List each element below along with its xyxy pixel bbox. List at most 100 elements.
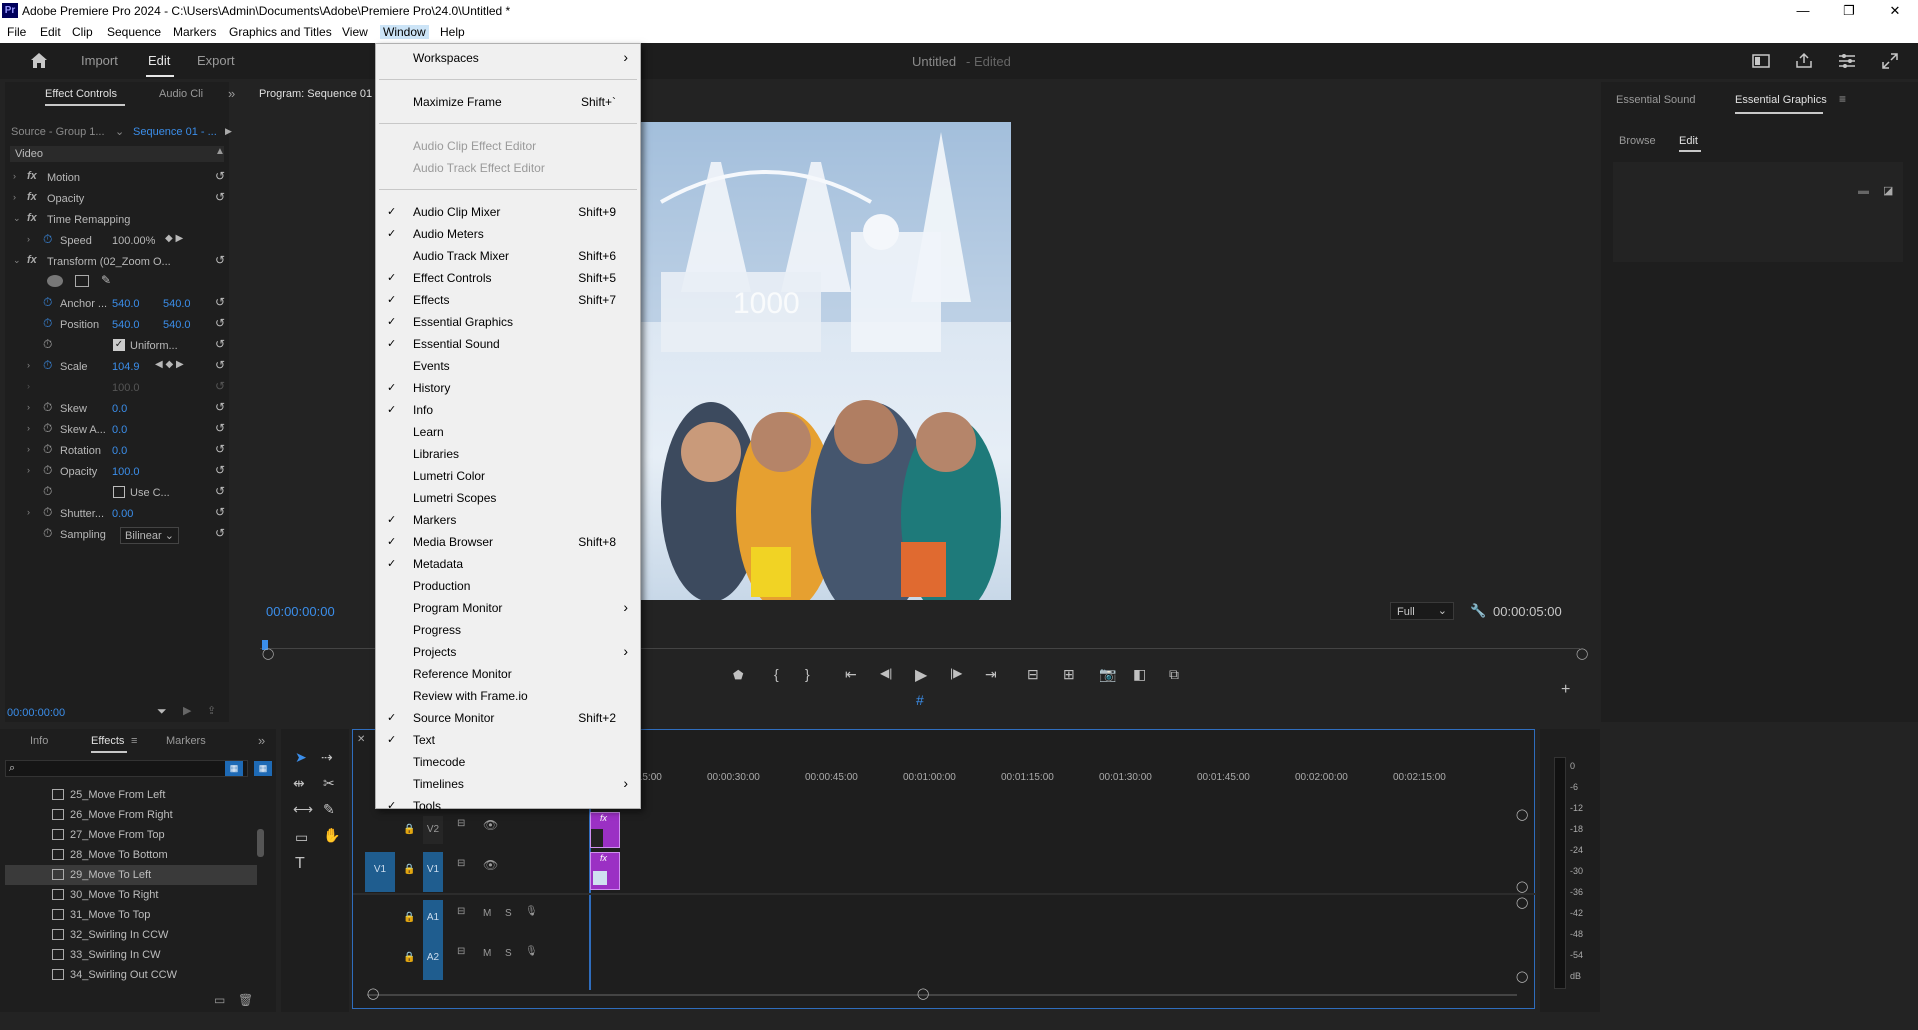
compare-icon[interactable]: ◧: [1133, 666, 1146, 683]
menu-window[interactable]: Window: [380, 25, 429, 39]
out-point-handle[interactable]: ◯: [1576, 647, 1588, 660]
sync-lock-icon[interactable]: ⊟: [457, 906, 465, 917]
stopwatch-icon[interactable]: ⏱: [43, 232, 52, 247]
tab-edit-graphics[interactable]: Edit: [1679, 135, 1698, 147]
go-to-out-icon[interactable]: ⇥: [985, 666, 997, 683]
menu-view[interactable]: View: [342, 25, 368, 39]
safe-margins-icon[interactable]: #: [916, 692, 924, 708]
panel-overflow-icon[interactable]: »: [228, 86, 235, 101]
mute-button[interactable]: M: [483, 908, 491, 919]
menu-item-lumetri-color[interactable]: Lumetri Color: [376, 465, 640, 487]
list-item[interactable]: 32_Swirling In CCW: [0, 925, 260, 945]
step-back-icon[interactable]: ◀|: [880, 666, 892, 680]
program-timecode-current[interactable]: 00:00:00:00: [266, 604, 335, 619]
list-item[interactable]: 30_Move To Right: [0, 885, 260, 905]
menu-item-effects[interactable]: ✓ Effects Shift+7: [376, 289, 640, 311]
menu-item-projects[interactable]: Projects ›: [376, 641, 640, 663]
panel-menu-icon[interactable]: ≡: [1839, 92, 1846, 106]
menu-item-progress[interactable]: Progress: [376, 619, 640, 641]
stopwatch-icon[interactable]: ⏱: [43, 358, 52, 373]
accelerated-filter-icon[interactable]: ▦: [225, 761, 243, 776]
program-video-frame[interactable]: 1000: [641, 122, 1011, 600]
list-item[interactable]: 25_Move From Left: [0, 785, 260, 805]
shutter-row[interactable]: › ⏱ Shutter... 0.00 ↺: [5, 503, 231, 523]
in-point-handle[interactable]: ◯: [262, 647, 274, 660]
stopwatch-icon[interactable]: ⏱: [43, 400, 52, 415]
stopwatch-icon[interactable]: ⏱: [43, 442, 52, 457]
panel-overflow-icon[interactable]: »: [258, 733, 265, 748]
rectangle-tool-icon[interactable]: ▭: [295, 829, 308, 846]
mute-button[interactable]: M: [483, 948, 491, 959]
fx-motion-row[interactable]: › fx Motion ↺: [5, 167, 231, 187]
add-marker-icon[interactable]: ⬟: [733, 668, 743, 682]
menu-item-maximize-frame[interactable]: Maximize Frame Shift+`: [376, 91, 640, 113]
list-item[interactable]: 27_Move From Top: [0, 825, 260, 845]
eye-icon[interactable]: 👁: [483, 858, 498, 872]
tab-export[interactable]: Export: [197, 53, 235, 68]
reset-icon[interactable]: ↺: [215, 253, 225, 267]
rectangle-mask-icon[interactable]: [75, 275, 89, 287]
reset-icon[interactable]: ↺: [215, 316, 225, 330]
selection-tool-icon[interactable]: ➤: [295, 749, 307, 766]
export-icon[interactable]: ⇪: [207, 704, 216, 717]
list-item[interactable]: 28_Move To Bottom: [0, 845, 260, 865]
uniform-scale-checkbox[interactable]: ✓: [113, 339, 125, 351]
lock-icon[interactable]: 🔒: [403, 952, 415, 963]
wrench-icon[interactable]: 🔧: [1470, 603, 1486, 619]
menu-item-production[interactable]: Production: [376, 575, 640, 597]
menu-item-audio-meters[interactable]: ✓ Audio Meters: [376, 223, 640, 245]
menu-item-reference-monitor[interactable]: Reference Monitor: [376, 663, 640, 685]
list-item[interactable]: 26_Move From Right: [0, 805, 260, 825]
close-tab-icon[interactable]: ✕: [357, 734, 365, 745]
camera-icon[interactable]: 📷: [1099, 666, 1116, 683]
add-button-icon[interactable]: +: [1561, 681, 1570, 699]
maximize-button[interactable]: ❐: [1826, 0, 1872, 22]
microphone-icon[interactable]: 🎙: [525, 946, 538, 957]
menu-item-metadata[interactable]: ✓ Metadata: [376, 553, 640, 575]
play-icon[interactable]: ▶: [915, 665, 927, 685]
solo-button[interactable]: S: [505, 948, 512, 959]
quality-dropdown[interactable]: Full ⌄: [1390, 602, 1454, 620]
close-button[interactable]: ✕: [1872, 0, 1918, 22]
menu-item-events[interactable]: Events: [376, 355, 640, 377]
reset-icon[interactable]: ↺: [215, 358, 225, 372]
hand-tool-icon[interactable]: ✋: [323, 827, 340, 844]
menu-item-lumetri-scopes[interactable]: Lumetri Scopes: [376, 487, 640, 509]
menu-item-libraries[interactable]: Libraries: [376, 443, 640, 465]
fx-transform-row[interactable]: ⌄ fx Transform (02_Zoom O... ↺: [5, 251, 231, 271]
scale-row[interactable]: › ⏱ Scale 104.9 ◀ ◆ ▶ ↺: [5, 356, 231, 376]
go-to-in-icon[interactable]: ⇤: [845, 666, 857, 683]
menu-item-tools[interactable]: ✓ Tools: [376, 795, 640, 817]
anchor-row[interactable]: ⏱ Anchor ... 540.0 540.0 ↺: [5, 293, 231, 313]
tab-import[interactable]: Import: [81, 53, 118, 68]
menu-file[interactable]: File: [7, 25, 26, 39]
list-item[interactable]: 33_Swirling In CW: [0, 945, 260, 965]
reset-icon[interactable]: ↺: [215, 526, 225, 540]
reset-icon[interactable]: ↺: [215, 169, 225, 183]
transform-opacity-row[interactable]: › ⏱ Opacity 100.0 ↺: [5, 461, 231, 481]
new-folder-icon[interactable]: ▬: [1858, 185, 1869, 197]
workspace-layout-icon[interactable]: [1752, 54, 1770, 68]
mark-in-icon[interactable]: {: [774, 666, 779, 682]
program-monitor-tab[interactable]: Program: Sequence 01: [259, 88, 372, 100]
sync-lock-icon[interactable]: ⊟: [457, 818, 465, 829]
scroll-handle[interactable]: ◯: [1516, 896, 1528, 909]
reset-icon[interactable]: ↺: [215, 400, 225, 414]
use-composition-checkbox[interactable]: [113, 486, 125, 498]
ec-timecode[interactable]: 00:00:00:00: [7, 707, 65, 719]
new-layer-icon[interactable]: ◪: [1883, 184, 1893, 197]
menu-item-review-with-frame-io[interactable]: Review with Frame.io: [376, 685, 640, 707]
menu-item-audio-track-mixer[interactable]: Audio Track Mixer Shift+6: [376, 245, 640, 267]
menu-item-audio-clip-mixer[interactable]: ✓ Audio Clip Mixer Shift+9: [376, 201, 640, 223]
sampling-dropdown[interactable]: Bilinear ⌄: [120, 527, 179, 544]
lock-icon[interactable]: 🔒: [403, 864, 415, 875]
sampling-row[interactable]: ⏱ Sampling Bilinear ⌄ ↺: [5, 524, 231, 544]
menu-item-info[interactable]: ✓ Info: [376, 399, 640, 421]
reset-icon[interactable]: ↺: [215, 190, 225, 204]
menu-item-timecode[interactable]: Timecode: [376, 751, 640, 773]
sync-lock-icon[interactable]: ⊟: [457, 858, 465, 869]
slip-tool-icon[interactable]: ⟷: [293, 801, 313, 818]
tab-markers[interactable]: Markers: [166, 735, 206, 747]
tab-essential-sound[interactable]: Essential Sound: [1616, 94, 1696, 106]
multicam-icon[interactable]: ⧉: [1169, 666, 1179, 683]
